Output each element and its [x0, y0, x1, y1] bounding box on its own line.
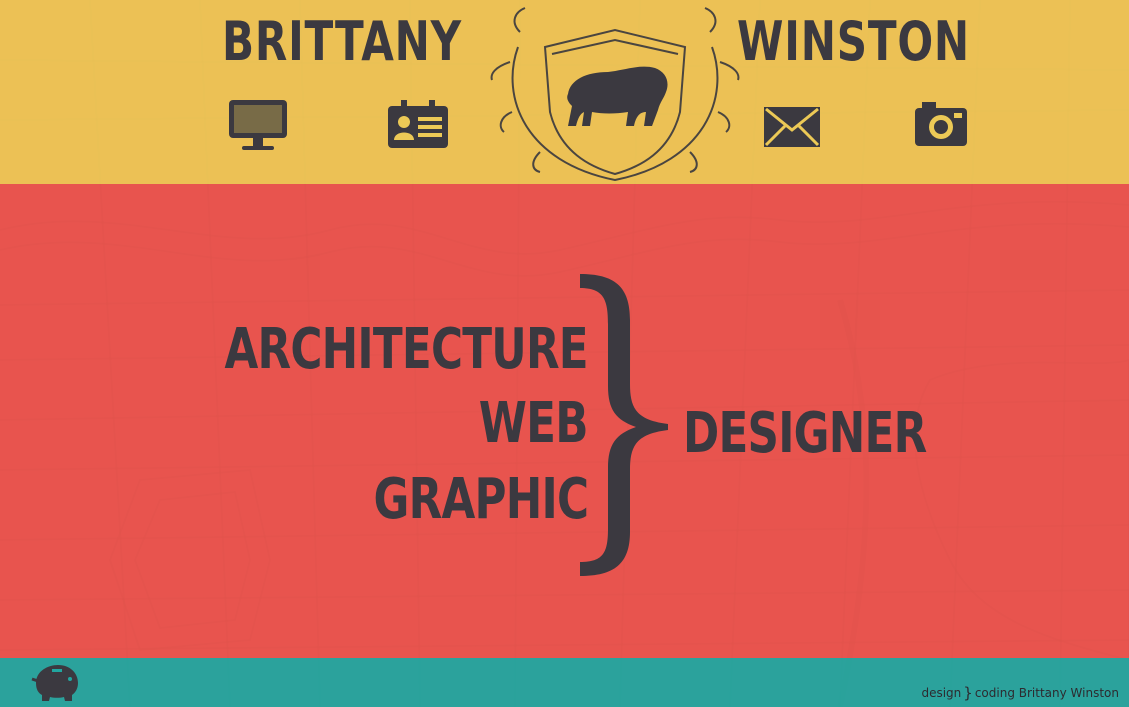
monitor-icon	[229, 100, 287, 150]
role-title: DESIGNER	[683, 401, 927, 466]
camera-icon	[915, 102, 967, 146]
last-name: WINSTON	[737, 10, 970, 73]
curly-brace-icon	[580, 274, 668, 576]
page: BRITTANY WINSTON ARCHITECTURE WEB GRAPHI…	[0, 0, 1129, 707]
discipline-web: WEB	[479, 391, 589, 456]
bear-crest-icon	[490, 7, 740, 182]
discipline-graphic: GRAPHIC	[373, 467, 589, 532]
contact-nav-link[interactable]	[763, 106, 821, 148]
credit-coding: coding Brittany Winston	[974, 686, 1119, 700]
credit-design: design	[921, 686, 962, 700]
envelope-icon	[764, 107, 820, 147]
web-nav-link[interactable]	[228, 98, 288, 154]
id-card-icon	[388, 100, 448, 148]
piggy-bank-icon[interactable]	[30, 661, 82, 705]
hero-content: ARCHITECTURE WEB GRAPHIC DESIGNER	[0, 184, 1129, 658]
photography-nav-link[interactable]	[914, 102, 968, 148]
small-brace-icon: }	[963, 684, 973, 702]
discipline-architecture: ARCHITECTURE	[224, 317, 589, 382]
footer-credit: design } coding Brittany Winston	[921, 684, 1119, 702]
first-name: BRITTANY	[222, 10, 462, 73]
resume-nav-link[interactable]	[387, 100, 449, 150]
